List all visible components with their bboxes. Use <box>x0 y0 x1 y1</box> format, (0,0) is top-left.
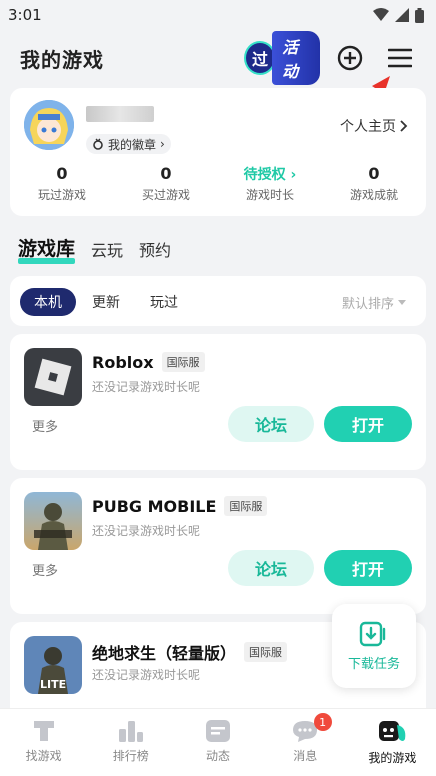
status-bar: 3:01 <box>0 0 436 30</box>
signal-icon <box>395 8 409 22</box>
game-title: 绝地求生（轻量版） 国际服 <box>92 640 288 664</box>
nav-label: 排行榜 <box>112 749 149 763</box>
download-task-button[interactable]: 下载任务 <box>332 604 416 688</box>
stats-row: 0 玩过游戏 0 买过游戏 待授权 › 游戏时长 0 游戏成就 <box>10 164 426 203</box>
filter-local[interactable]: 本机 <box>20 288 76 316</box>
filter-updates[interactable]: 更新 <box>92 288 120 316</box>
medal-icon <box>93 138 103 150</box>
main-tabs: 游戏库 云玩 预约 <box>18 234 171 264</box>
game-card-roblox: Roblox 国际服 还没记录游戏时长呢 更多 论坛 打开 <box>10 334 426 470</box>
profile-card: 我的徽章 › 个人主页 0 玩过游戏 0 买过游戏 待授权 › 游戏时长 0 游… <box>10 88 426 216</box>
shirt-icon <box>33 721 54 741</box>
pubg-mobile-icon[interactable] <box>24 492 82 550</box>
game-name-text: Roblox <box>92 352 154 372</box>
game-playtime-note: 还没记录游戏时长呢 <box>92 380 201 394</box>
stat-label: 游戏成就 <box>349 188 398 202</box>
stat-value: 待授权 › <box>243 167 297 183</box>
menu-icon <box>388 48 412 68</box>
stat-label: 玩过游戏 <box>37 188 86 202</box>
download-task-label: 下载任务 <box>347 656 400 672</box>
nav-label: 我的游戏 <box>368 751 417 765</box>
region-tag: 国际服 <box>244 642 288 662</box>
activity-label: 活动 <box>272 31 320 85</box>
sort-label: 默认排序 <box>341 297 394 312</box>
activity-button[interactable]: 过 活动 <box>244 31 320 85</box>
battery-icon <box>415 7 424 23</box>
my-badge-button[interactable]: 我的徽章 › <box>86 134 171 154</box>
home-link-label: 个人主页 <box>340 119 396 135</box>
game-playtime-note: 还没记录游戏时长呢 <box>92 524 201 538</box>
stat-played-games[interactable]: 0 玩过游戏 <box>10 164 114 203</box>
tab-reservations[interactable]: 预约 <box>139 237 171 261</box>
sort-dropdown[interactable]: 默认排序 <box>342 293 406 312</box>
header: 我的游戏 过 活动 <box>0 31 436 85</box>
badge-label: 我的徽章 <box>108 137 157 152</box>
caret-down-icon <box>398 299 406 305</box>
stat-value: 0 <box>160 164 172 183</box>
nav-label: 消息 <box>293 749 318 763</box>
stat-bought-games[interactable]: 0 买过游戏 <box>114 164 218 203</box>
download-icon <box>359 621 386 646</box>
stat-achievements[interactable]: 0 游戏成就 <box>322 164 426 203</box>
game-playtime-note: 还没记录游戏时长呢 <box>92 668 201 682</box>
add-button[interactable] <box>336 44 364 72</box>
nav-feed[interactable]: 动态 <box>174 709 261 776</box>
game-name-text: 绝地求生（轻量版） <box>92 644 237 663</box>
nav-rankings[interactable]: 排行榜 <box>87 709 174 776</box>
status-time: 3:01 <box>8 6 42 24</box>
menu-button[interactable] <box>386 44 414 72</box>
more-link[interactable]: 更多 <box>32 416 58 435</box>
region-tag: 国际服 <box>161 352 205 372</box>
roblox-icon[interactable] <box>24 348 82 406</box>
stat-value: 0 <box>56 164 68 183</box>
chevron-right-icon <box>400 120 408 132</box>
open-button[interactable]: 打开 <box>324 406 412 442</box>
podium-icon <box>118 721 143 742</box>
more-link[interactable]: 更多 <box>32 560 58 579</box>
filter-played[interactable]: 玩过 <box>150 288 178 316</box>
forum-button[interactable]: 论坛 <box>228 406 314 442</box>
stat-play-time[interactable]: 待授权 › 游戏时长 <box>218 164 322 203</box>
stat-value: 0 <box>368 164 380 183</box>
stat-label: 买过游戏 <box>141 188 190 202</box>
nav-label: 找游戏 <box>25 749 62 763</box>
status-icons <box>373 7 424 23</box>
open-button[interactable]: 打开 <box>324 550 412 586</box>
region-tag: 国际服 <box>224 496 268 516</box>
forum-button[interactable]: 论坛 <box>228 550 314 586</box>
game-title: Roblox 国际服 <box>92 352 205 372</box>
avatar[interactable] <box>24 100 74 150</box>
nav-label: 动态 <box>206 749 231 763</box>
pubg-lite-icon[interactable]: LITE <box>24 636 82 694</box>
stat-label: 游戏时长 <box>245 188 294 202</box>
plus-circle-icon <box>337 45 363 71</box>
lite-label: LITE <box>40 678 67 691</box>
tab-game-library[interactable]: 游戏库 <box>18 234 76 264</box>
game-name-text: PUBG MOBILE <box>92 496 217 516</box>
username-redacted <box>86 106 154 122</box>
nav-my-games[interactable]: 我的游戏 <box>349 709 436 776</box>
wifi-icon <box>373 8 389 21</box>
tab-cloud-play[interactable]: 云玩 <box>91 237 123 261</box>
page-title: 我的游戏 <box>20 47 104 72</box>
nav-messages[interactable]: 1 消息 <box>262 709 349 776</box>
chevron-right-icon: › <box>160 137 165 151</box>
unread-badge: 1 <box>313 713 332 731</box>
feed-icon <box>206 720 230 742</box>
game-card-pubg-mobile: PUBG MOBILE 国际服 还没记录游戏时长呢 更多 论坛 打开 <box>10 478 426 614</box>
bottom-nav: 找游戏 排行榜 动态 1 消息 我的游戏 <box>0 708 436 776</box>
game-title: PUBG MOBILE 国际服 <box>92 496 268 516</box>
gamepad-icon <box>379 721 406 741</box>
profile-home-link[interactable]: 个人主页 <box>340 116 408 136</box>
filter-bar: 本机 更新 玩过 默认排序 <box>10 276 426 326</box>
nav-find-games[interactable]: 找游戏 <box>0 709 87 776</box>
